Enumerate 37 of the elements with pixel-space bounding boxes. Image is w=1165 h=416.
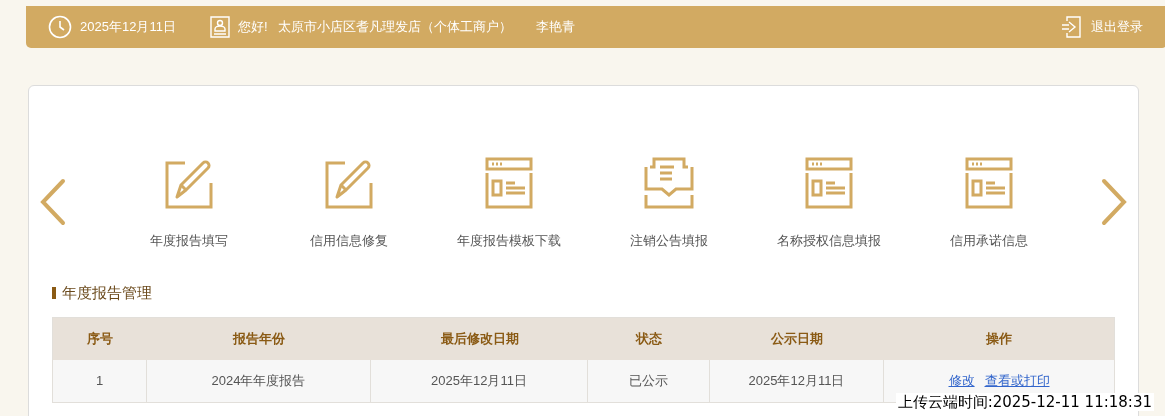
document-icon: [805, 157, 853, 210]
action-link[interactable]: 修改: [948, 370, 975, 391]
column-header: 状态: [634, 329, 663, 348]
upload-timestamp: 上传云端时间:2025-12-11 11:18:31: [895, 393, 1154, 411]
shortcut-item[interactable]: 信用信息修复: [269, 153, 429, 251]
previous-arrow-icon[interactable]: [39, 178, 67, 226]
section-marker: [52, 287, 56, 300]
shortcut-item[interactable]: 名称授权信息填报: [749, 153, 909, 251]
table-cell: 2024年年度报告: [147, 359, 371, 402]
shortcut-item[interactable]: 注销公告填报: [589, 153, 749, 251]
next-arrow-icon[interactable]: [1100, 178, 1128, 226]
column-header: 操作: [985, 329, 1013, 348]
column-header: 报告年份: [231, 329, 286, 348]
shortcut-item[interactable]: 年度报告填写: [109, 153, 269, 251]
table-cell: 2025年12月11日: [371, 359, 588, 402]
action-link[interactable]: 查看或打印: [984, 370, 1050, 391]
table-cell: 已公示: [588, 359, 710, 402]
current-date: 2025年12月11日: [80, 18, 176, 37]
column-header: 公示日期: [770, 329, 824, 348]
inbox-icon: [644, 157, 694, 210]
section-title: 年度报告管理: [62, 283, 152, 303]
document-icon: [965, 157, 1013, 210]
logout-icon: [1061, 16, 1081, 38]
clock-icon: [48, 15, 72, 39]
document-icon: [485, 157, 533, 210]
shortcut-item[interactable]: 信用承诺信息: [909, 153, 1069, 251]
edit-icon: [165, 157, 213, 210]
shortcut-item[interactable]: 年度报告模板下载: [429, 153, 589, 251]
id-card-icon: [209, 16, 230, 38]
column-header: 序号: [86, 329, 114, 348]
column-header: 最后修改日期: [439, 329, 520, 348]
greeting: 您好!: [237, 18, 268, 37]
company-name: 太原市小店区耆凡理发店（个体工商户）: [277, 18, 512, 37]
edit-icon: [325, 157, 373, 210]
table-cell: 1: [53, 359, 147, 402]
table-cell: 2025年12月11日: [710, 359, 884, 402]
user-name: 李艳青: [535, 18, 575, 37]
